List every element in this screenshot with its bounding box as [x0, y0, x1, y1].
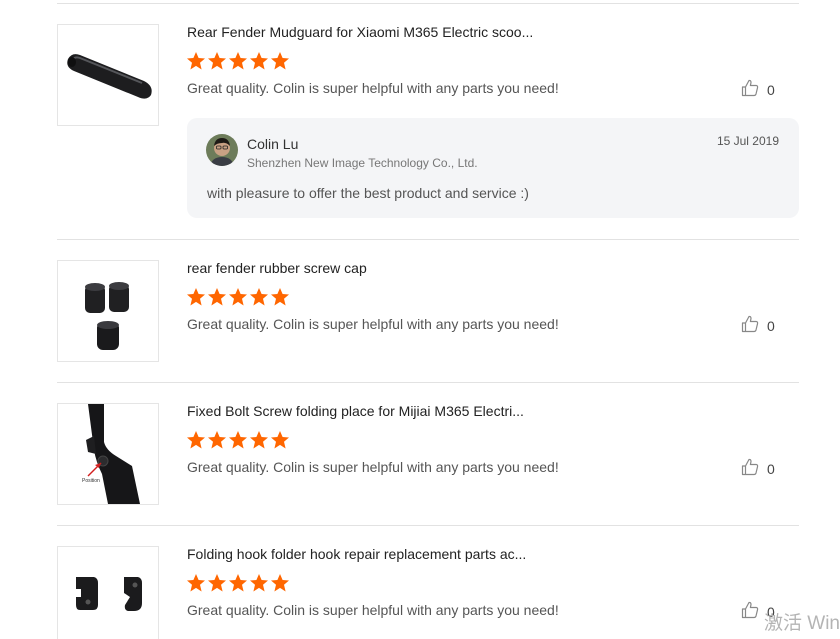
star-rating [186, 51, 290, 71]
folding-hook-image [76, 577, 142, 611]
product-title[interactable]: Rear Fender Mudguard for Xiaomi M365 Ele… [187, 24, 533, 40]
star-icon [249, 287, 269, 307]
helpful-count: 0 [767, 82, 775, 98]
star-icon [249, 573, 269, 593]
rear-fender-mudguard-image [67, 54, 152, 99]
divider [57, 382, 799, 383]
product-thumbnail[interactable] [57, 546, 159, 639]
product-thumbnail[interactable]: Position [57, 403, 159, 505]
star-rating [186, 430, 290, 450]
folding-bolt-image: Position [82, 404, 140, 504]
star-icon [270, 430, 290, 450]
star-icon [228, 430, 248, 450]
star-icon [186, 287, 206, 307]
product-thumbnail[interactable] [57, 24, 159, 126]
helpful-count: 0 [767, 461, 775, 477]
thumbs-up-icon[interactable] [741, 458, 759, 481]
star-icon [186, 51, 206, 71]
star-icon [207, 573, 227, 593]
thumbnail-caption: Position [82, 478, 100, 484]
divider [57, 239, 799, 240]
reply-author-name: Colin Lu [247, 136, 299, 152]
star-icon [249, 51, 269, 71]
reply-text: with pleasure to offer the best product … [207, 185, 529, 201]
reviews-page: Rear Fender Mudguard for Xiaomi M365 Ele… [0, 0, 840, 639]
avatar [206, 134, 238, 166]
star-icon [270, 287, 290, 307]
star-icon [186, 573, 206, 593]
divider [57, 3, 799, 4]
star-rating [186, 287, 290, 307]
helpful-button[interactable]: 0 [741, 458, 775, 481]
helpful-count: 0 [767, 318, 775, 334]
reply-date: 15 Jul 2019 [716, 134, 779, 148]
review-text: Great quality. Colin is super helpful wi… [187, 602, 559, 618]
star-icon [228, 51, 248, 71]
star-icon [207, 430, 227, 450]
seller-reply: Colin Lu Shenzhen New Image Technology C… [187, 118, 799, 218]
helpful-button[interactable]: 0 [741, 315, 775, 338]
rubber-screw-cap-image [85, 282, 129, 350]
product-title[interactable]: rear fender rubber screw cap [187, 260, 367, 276]
star-icon [249, 430, 269, 450]
star-icon [270, 51, 290, 71]
thumbs-up-icon[interactable] [741, 315, 759, 338]
star-icon [186, 430, 206, 450]
activation-watermark: 激活 Win [764, 613, 840, 634]
star-icon [207, 287, 227, 307]
helpful-button[interactable]: 0 [741, 79, 775, 102]
thumbs-up-icon[interactable] [741, 79, 759, 102]
product-title[interactable]: Folding hook folder hook repair replacem… [187, 546, 526, 562]
product-thumbnail[interactable] [57, 260, 159, 362]
thumbs-up-icon[interactable] [741, 601, 759, 624]
star-icon [228, 287, 248, 307]
star-icon [270, 573, 290, 593]
star-rating [186, 573, 290, 593]
review-text: Great quality. Colin is super helpful wi… [187, 316, 559, 332]
star-icon [207, 51, 227, 71]
review-text: Great quality. Colin is super helpful wi… [187, 459, 559, 475]
reply-company[interactable]: Shenzhen New Image Technology Co., Ltd. [247, 156, 478, 170]
star-icon [228, 573, 248, 593]
product-title[interactable]: Fixed Bolt Screw folding place for Mijia… [187, 403, 524, 419]
divider [57, 525, 799, 526]
review-text: Great quality. Colin is super helpful wi… [187, 80, 559, 96]
